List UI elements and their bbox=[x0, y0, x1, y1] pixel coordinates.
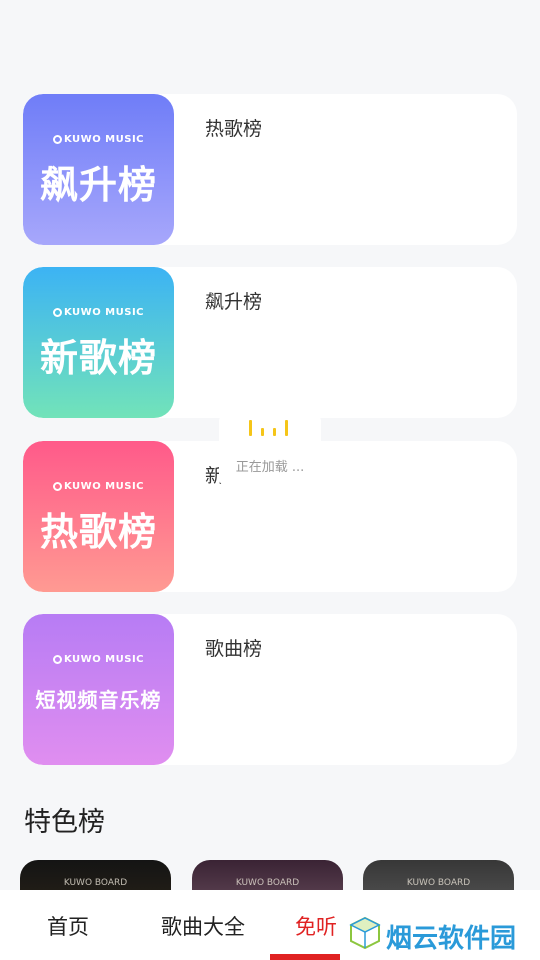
ranking-cover[interactable]: KUWO MUSIC 新歌榜 bbox=[23, 267, 174, 418]
tile-tag: KUWO BOARD bbox=[235, 878, 300, 888]
kuwo-brand: KUWO MUSIC bbox=[23, 481, 174, 492]
kuwo-logo-icon bbox=[52, 655, 62, 664]
nav-songs[interactable]: 歌曲大全 bbox=[161, 911, 245, 941]
ranking-card[interactable]: KUWO MUSIC 短视频音乐榜 歌曲榜 bbox=[23, 614, 517, 765]
cover-title: 短视频音乐榜 bbox=[35, 688, 162, 712]
kuwo-brand: KUWO MUSIC bbox=[23, 307, 174, 318]
kuwo-logo-icon bbox=[52, 135, 62, 144]
nav-free-listen[interactable]: 免听 bbox=[295, 911, 337, 941]
tile-tag: KUWO BOARD bbox=[406, 878, 471, 888]
nav-home[interactable]: 首页 bbox=[47, 911, 89, 941]
cover-title: 飙升榜 bbox=[39, 163, 157, 207]
ranking-title: 歌曲榜 bbox=[205, 638, 263, 660]
watermark: 烟云软件园 bbox=[340, 910, 540, 960]
ranking-cover[interactable]: KUWO MUSIC 热歌榜 bbox=[23, 441, 174, 592]
kuwo-logo-icon bbox=[52, 482, 62, 491]
ranking-card[interactable]: KUWO MUSIC 飙升榜 热歌榜 bbox=[23, 94, 517, 245]
tile-tag: KUWO BOARD bbox=[63, 878, 128, 888]
cube-logo-icon bbox=[349, 916, 381, 950]
ranking-cover[interactable]: KUWO MUSIC 飙升榜 bbox=[23, 94, 174, 245]
nav-active-indicator bbox=[270, 954, 340, 960]
loading-text: 正在加载 ... bbox=[235, 460, 305, 475]
ranking-cover[interactable]: KUWO MUSIC 短视频音乐榜 bbox=[23, 614, 174, 765]
kuwo-brand: KUWO MUSIC bbox=[23, 134, 174, 145]
ranking-title: 飙升榜 bbox=[205, 291, 263, 313]
watermark-text: 烟云软件园 bbox=[386, 924, 517, 954]
ranking-title: 热歌榜 bbox=[205, 118, 263, 140]
loading-bars-icon bbox=[249, 420, 291, 436]
cover-title: 新歌榜 bbox=[39, 336, 157, 380]
kuwo-brand: KUWO MUSIC bbox=[23, 654, 174, 665]
cover-title: 热歌榜 bbox=[39, 510, 157, 554]
loading-indicator: 正在加载 ... bbox=[219, 415, 321, 485]
ranking-card[interactable]: KUWO MUSIC 新歌榜 飙升榜 bbox=[23, 267, 517, 418]
kuwo-logo-icon bbox=[52, 308, 62, 317]
section-title: 特色榜 bbox=[24, 807, 105, 838]
